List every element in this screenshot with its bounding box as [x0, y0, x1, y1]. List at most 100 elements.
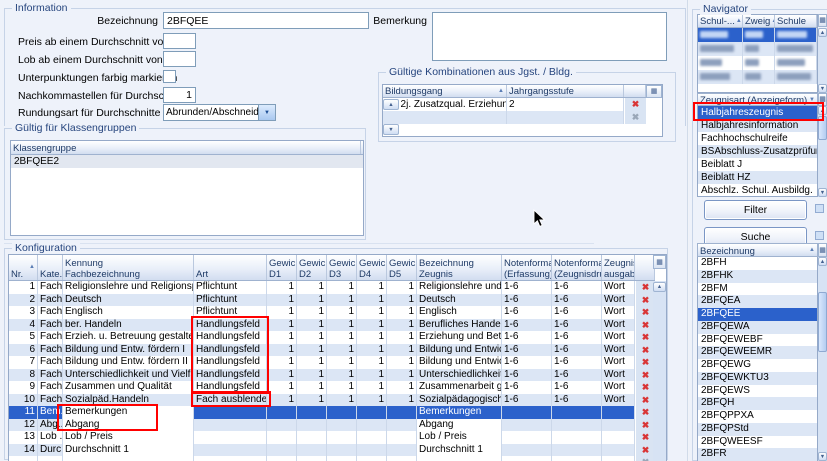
list-item[interactable]: 2BFQEE: [698, 308, 817, 321]
list-item[interactable]: 2BFH: [698, 257, 817, 270]
bezeichnung-scrollbar[interactable]: ▲ ▼: [818, 257, 827, 461]
list-item[interactable]: Halbjahreszeugnis: [698, 106, 817, 119]
delete-row-button[interactable]: ✖: [635, 406, 655, 419]
scrollbar-thumb[interactable]: [818, 116, 827, 140]
scroll-down-icon[interactable]: ▼: [818, 188, 827, 197]
table-row[interactable]: 1FachReligionslehre und Religionspädagog…: [9, 281, 655, 294]
rundungsart-combobox[interactable]: Abrunden/Abschneiden ▼: [163, 104, 276, 121]
table-row[interactable]: ✖: [383, 111, 646, 124]
table-row[interactable]: [698, 56, 817, 70]
list-item[interactable]: 2BFM: [698, 283, 817, 296]
column-header-klassengruppe[interactable]: Klassengruppe: [11, 141, 361, 154]
scroll-up-icon[interactable]: ▲: [818, 106, 827, 115]
kennung-cell[interactable]: Durchschnitt 1: [63, 444, 194, 457]
list-item[interactable]: Beiblatt HZ: [698, 171, 817, 184]
delete-row-button[interactable]: ✖: [635, 369, 655, 382]
delete-row-button[interactable]: ✖: [635, 281, 655, 294]
list-item[interactable]: Abschlz. Schul. Ausbildg.: [698, 184, 817, 197]
delete-row-button[interactable]: ✖: [635, 431, 655, 444]
preis-input[interactable]: [163, 33, 196, 49]
list-item[interactable]: 2BFQEWKTU3: [698, 372, 817, 385]
table-row[interactable]: BF 2j. Zusatzqual. Erziehung - Schulf...…: [383, 98, 646, 111]
list-item[interactable]: 2BFQEWA: [698, 321, 817, 334]
table-row[interactable]: 13Lob ...Lob / PreisLob / Preis✖: [9, 431, 655, 444]
filter-checkbox[interactable]: [815, 204, 824, 213]
suche-checkbox[interactable]: [815, 231, 824, 240]
column-chooser-icon[interactable]: ▦: [646, 85, 662, 98]
table-row[interactable]: 4Fachber. HandelnHandlungsfeld11111Beruf…: [9, 319, 655, 332]
scroll-up-icon[interactable]: ▲: [383, 99, 399, 110]
delete-row-button[interactable]: ✖: [635, 419, 655, 432]
kennung-cell[interactable]: Abgang: [63, 419, 194, 432]
bezeichnung-input[interactable]: [163, 12, 369, 29]
table-row[interactable]: 5FachErzieh. u. Betreuung gestaltenHandl…: [9, 331, 655, 344]
column-chooser-icon[interactable]: ▦: [818, 243, 827, 257]
column-header-art[interactable]: Art: [194, 255, 267, 280]
column-header-schule[interactable]: Schule: [775, 15, 817, 27]
column-header-actions[interactable]: [624, 85, 646, 97]
scroll-down-icon[interactable]: ▼: [383, 124, 399, 135]
list-item[interactable]: Fachhochschulreife: [698, 132, 817, 145]
filter-button[interactable]: Filter: [704, 200, 807, 220]
column-header-nr[interactable]: Nr.▲: [9, 255, 38, 280]
column-chooser-icon[interactable]: ▦: [653, 255, 666, 269]
column-header-d2[interactable]: GewichtD2: [297, 255, 327, 280]
list-item[interactable]: 2BFQEWEBF: [698, 334, 817, 347]
table-row[interactable]: 8FachUnterschiedlichkeit und VielfaltHan…: [9, 369, 655, 382]
column-header-notenformat_erfassung[interactable]: Notenformat(Erfassung): [502, 255, 552, 280]
list-item[interactable]: Beiblatt J: [698, 158, 817, 171]
scroll-up-icon[interactable]: ▲: [818, 28, 827, 37]
konfiguration-scrollbar[interactable]: ▲: [653, 281, 666, 461]
table-row[interactable]: 3FachEnglischPflichtunt11111Englisch1-61…: [9, 306, 655, 319]
table-row[interactable]: [698, 28, 817, 42]
delete-row-button[interactable]: ✖: [624, 98, 646, 111]
list-item[interactable]: 2BFHK: [698, 270, 817, 283]
table-row[interactable]: 12Abg...AbgangAbgang✖: [9, 419, 655, 432]
kennung-cell[interactable]: Lob / Preis: [63, 431, 194, 444]
table-row[interactable]: [698, 70, 817, 84]
delete-row-button[interactable]: ✖: [635, 331, 655, 344]
delete-row-button[interactable]: ✖: [635, 456, 655, 461]
delete-row-button[interactable]: ✖: [635, 381, 655, 394]
scroll-down-icon[interactable]: ▼: [818, 452, 827, 461]
scrollbar-thumb[interactable]: [818, 292, 827, 352]
lob-input[interactable]: [163, 51, 196, 67]
list-item[interactable]: 2BFQPPXA: [698, 410, 817, 423]
table-row[interactable]: [698, 42, 817, 56]
column-chooser-icon[interactable]: ▦: [818, 93, 827, 106]
list-item[interactable]: 2BFQEWG: [698, 359, 817, 372]
table-row[interactable]: 11Bem...BemerkungenBemerkungen✖: [9, 406, 655, 419]
column-header-d1[interactable]: GewichtD1: [267, 255, 297, 280]
list-item[interactable]: 2BFQH: [698, 397, 817, 410]
scroll-up-icon[interactable]: ▲: [818, 257, 827, 266]
column-chooser-icon[interactable]: ▦: [818, 14, 827, 27]
list-item[interactable]: 2BFQWEESF: [698, 436, 817, 449]
bemerkung-textarea[interactable]: [432, 12, 667, 61]
table-row[interactable]: 6FachBildung und Entw. fördern IHandlung…: [9, 344, 655, 357]
column-header-d3[interactable]: GewichtD3: [327, 255, 357, 280]
list-item[interactable]: 2BFQEA: [698, 295, 817, 308]
list-item[interactable]: 2BFQEE2: [11, 155, 363, 168]
column-header-actions[interactable]: [635, 255, 655, 280]
list-item[interactable]: Halbjahresinformation: [698, 119, 817, 132]
column-header-kategorie[interactable]: Kate...: [38, 255, 63, 280]
column-header-d4[interactable]: GewichtD4: [357, 255, 387, 280]
delete-row-button[interactable]: ✖: [635, 356, 655, 369]
list-item[interactable]: BSAbschluss-Zusatzprüfung: [698, 145, 817, 158]
list-item[interactable]: 2BFR: [698, 448, 817, 461]
column-header-kennung[interactable]: KennungFachbezeichnung: [63, 255, 194, 280]
list-item[interactable]: 2BFQEWS: [698, 385, 817, 398]
delete-row-button[interactable]: ✖: [635, 306, 655, 319]
bezeichnung-list-header[interactable]: Bezeichnung ▲: [697, 243, 818, 257]
dropdown-arrow-icon[interactable]: ▼: [809, 97, 815, 103]
delete-row-button[interactable]: ✖: [635, 319, 655, 332]
column-header-bildungsgang[interactable]: Bildungsgang▲: [383, 85, 507, 97]
column-header-schul[interactable]: Schul-...▲1: [698, 15, 743, 27]
table-row[interactable]: 10FachSozialpäd.HandelnFach ausblenden11…: [9, 394, 655, 407]
delete-row-button[interactable]: ✖: [624, 111, 646, 124]
scroll-up-icon[interactable]: ▲: [653, 282, 666, 292]
delete-row-button[interactable]: ✖: [635, 444, 655, 457]
column-header-zweig[interactable]: Zweig▲2: [743, 15, 775, 27]
table-row[interactable]: 7FachBildung und Entw. fördern IIHandlun…: [9, 356, 655, 369]
unterpunktungen-checkbox[interactable]: [163, 70, 176, 83]
